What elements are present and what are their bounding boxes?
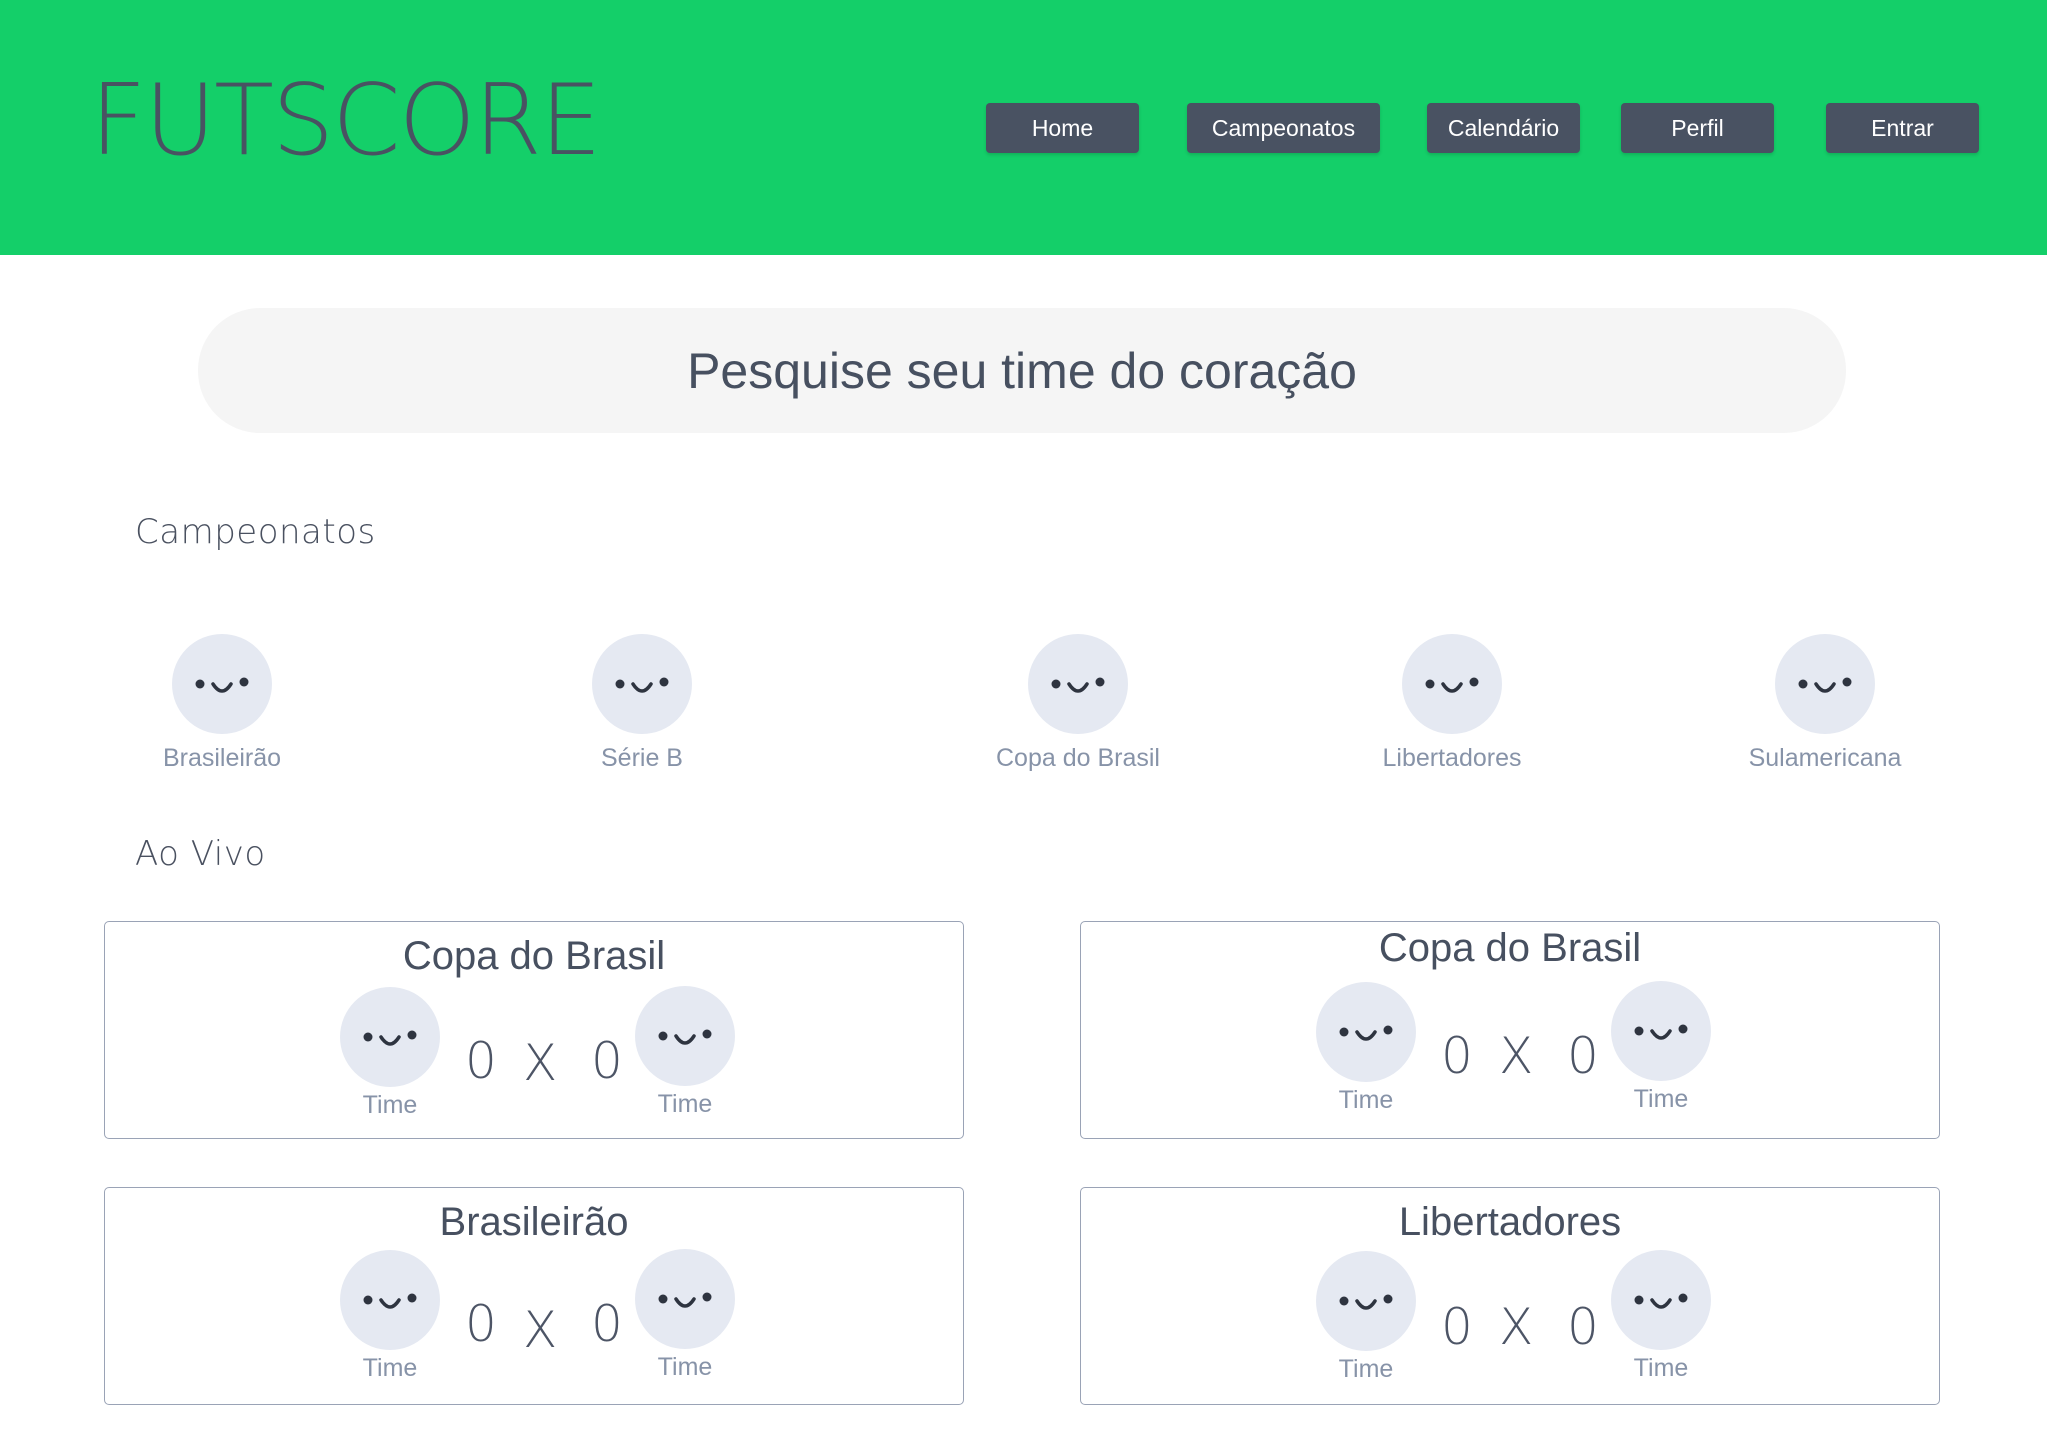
championships-title: Campeonatos xyxy=(135,512,376,552)
championship-label: Brasileirão xyxy=(162,744,282,772)
match-competition: Brasileirão xyxy=(439,1200,629,1244)
score-separator: X xyxy=(1499,1027,1534,1085)
match-competition: Copa do Brasil xyxy=(402,934,666,978)
live-title: Ao Vivo xyxy=(135,834,266,874)
smiley-placeholder-icon xyxy=(1316,982,1416,1082)
nav-campeonatos-button[interactable]: Campeonatos xyxy=(1187,103,1380,153)
nav-perfil-button[interactable]: Perfil xyxy=(1621,103,1774,153)
championship-label: Copa do Brasil xyxy=(996,744,1160,772)
match-card[interactable]: Copa do Brasil Time 0 X 0 Time xyxy=(104,921,964,1139)
home-team[interactable]: Time xyxy=(1291,982,1441,1115)
championship-label: Libertadores xyxy=(1382,744,1522,772)
championship-label: Sulamericana xyxy=(1748,744,1902,772)
nav-entrar-button[interactable]: Entrar xyxy=(1826,103,1979,153)
smiley-placeholder-icon xyxy=(340,1250,440,1350)
away-team[interactable]: Time xyxy=(610,1249,760,1382)
team-label: Time xyxy=(1633,1085,1689,1113)
header: FUTSCORE Home Campeonatos Calendário Per… xyxy=(0,0,2047,255)
team-label: Time xyxy=(362,1091,418,1119)
logo[interactable]: FUTSCORE xyxy=(90,72,602,170)
nav-calendario-button[interactable]: Calendário xyxy=(1427,103,1580,153)
smiley-placeholder-icon xyxy=(1611,981,1711,1081)
smiley-placeholder-icon xyxy=(1611,1250,1711,1350)
team-label: Time xyxy=(1338,1086,1394,1114)
smiley-placeholder-icon xyxy=(172,634,272,734)
home-score: 0 xyxy=(1441,1027,1473,1085)
match-competition: Copa do Brasil xyxy=(1378,926,1642,970)
away-team[interactable]: Time xyxy=(1586,1250,1736,1383)
smiley-placeholder-icon xyxy=(635,1249,735,1349)
smiley-placeholder-icon xyxy=(1402,634,1502,734)
away-team[interactable]: Time xyxy=(1586,981,1736,1114)
team-label: Time xyxy=(1633,1354,1689,1382)
team-label: Time xyxy=(657,1090,713,1118)
team-label: Time xyxy=(657,1353,713,1381)
team-label: Time xyxy=(362,1354,418,1382)
score-separator: X xyxy=(523,1301,558,1359)
match-card[interactable]: Brasileirão Time 0 X 0 Time xyxy=(104,1187,964,1405)
smiley-placeholder-icon xyxy=(592,634,692,734)
search-placeholder: Pesquise seu time do coração xyxy=(687,342,1357,399)
home-score: 0 xyxy=(465,1295,497,1353)
score-separator: X xyxy=(523,1034,558,1092)
match-competition: Libertadores xyxy=(1398,1200,1622,1244)
championship-item-copa-do-brasil[interactable]: Copa do Brasil xyxy=(968,634,1188,773)
match-card[interactable]: Copa do Brasil Time 0 X 0 Time xyxy=(1080,921,1940,1139)
search-input[interactable]: Pesquise seu time do coração xyxy=(198,308,1846,433)
home-score: 0 xyxy=(1441,1298,1473,1356)
score-separator: X xyxy=(1499,1298,1534,1356)
team-label: Time xyxy=(1338,1355,1394,1383)
smiley-placeholder-icon xyxy=(635,986,735,1086)
championship-item-brasileirao[interactable]: Brasileirão xyxy=(112,634,332,773)
match-card[interactable]: Libertadores Time 0 X 0 Time xyxy=(1080,1187,1940,1405)
home-team[interactable]: Time xyxy=(1291,1251,1441,1384)
championship-label: Série B xyxy=(601,744,683,772)
championship-item-sulamericana[interactable]: Sulamericana xyxy=(1715,634,1935,773)
championship-item-libertadores[interactable]: Libertadores xyxy=(1342,634,1562,773)
away-team[interactable]: Time xyxy=(610,986,760,1119)
championship-item-serie-b[interactable]: Série B xyxy=(532,634,752,773)
smiley-placeholder-icon xyxy=(1028,634,1128,734)
home-team[interactable]: Time xyxy=(315,987,465,1120)
home-score: 0 xyxy=(465,1032,497,1090)
home-team[interactable]: Time xyxy=(315,1250,465,1383)
smiley-placeholder-icon xyxy=(340,987,440,1087)
nav-home-button[interactable]: Home xyxy=(986,103,1139,153)
smiley-placeholder-icon xyxy=(1316,1251,1416,1351)
smiley-placeholder-icon xyxy=(1775,634,1875,734)
